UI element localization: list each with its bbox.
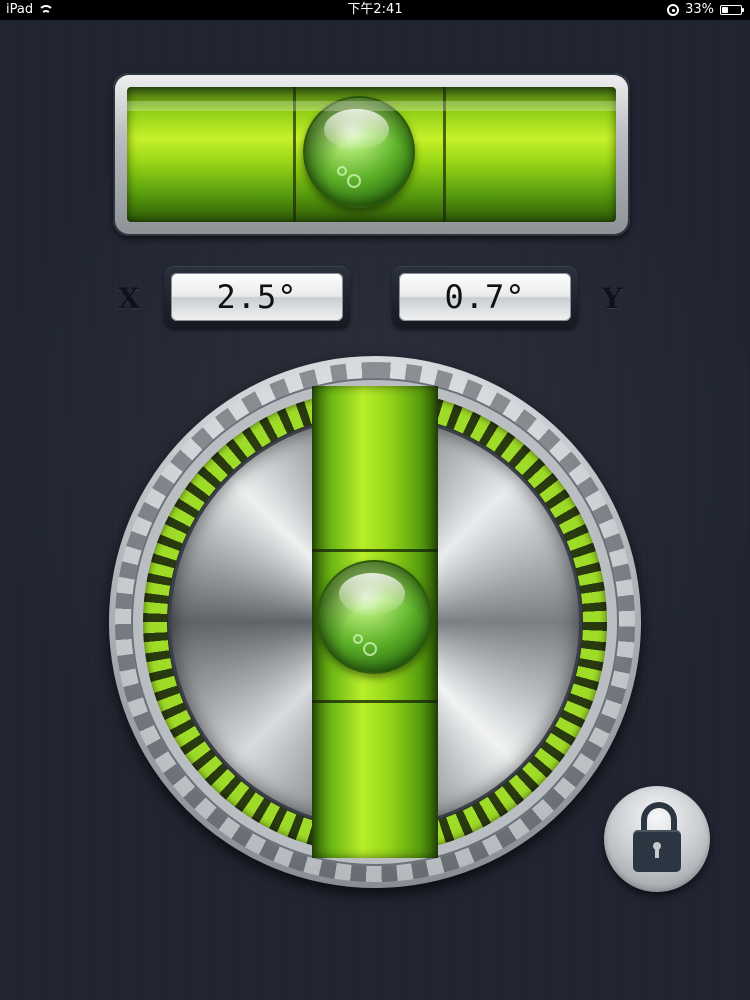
bubble-droplet — [363, 642, 377, 656]
vial-marker-bottom — [312, 700, 438, 703]
vial-marker-left — [293, 87, 296, 222]
circular-level-dial — [109, 356, 641, 888]
bubble-droplet — [337, 166, 347, 176]
y-readout-frame: 0.7° — [392, 266, 578, 328]
clock: 下午2:41 — [347, 2, 403, 17]
y-axis-label: Y — [602, 282, 622, 315]
bubble-highlight — [338, 573, 405, 615]
x-angle-readout: 2.5° — [171, 273, 343, 321]
rotation-lock-icon — [667, 4, 680, 16]
vertical-bubble — [317, 560, 431, 674]
battery-icon — [720, 5, 744, 15]
keyhole-icon — [653, 842, 661, 858]
x-readout-frame: 2.5° — [164, 266, 350, 328]
bubble-droplet — [353, 634, 363, 644]
bubble-droplet — [347, 174, 361, 188]
lock-icon-body — [633, 830, 681, 872]
vertical-vial — [312, 386, 438, 858]
x-axis-label: X — [118, 282, 140, 315]
battery-percent: 33% — [685, 2, 714, 17]
y-angle-readout: 0.7° — [399, 273, 571, 321]
horizontal-vial — [127, 87, 616, 222]
bubble-highlight — [324, 108, 390, 150]
status-right: 33% — [667, 0, 744, 20]
horizontal-bubble — [303, 96, 415, 208]
lock-button[interactable] — [604, 786, 710, 892]
status-bar: iPad 下午2:41 33% — [0, 0, 750, 20]
horizontal-level — [113, 73, 630, 236]
vial-marker-right — [443, 87, 446, 222]
vial-marker-top — [312, 549, 438, 552]
battery-fill — [722, 7, 728, 13]
